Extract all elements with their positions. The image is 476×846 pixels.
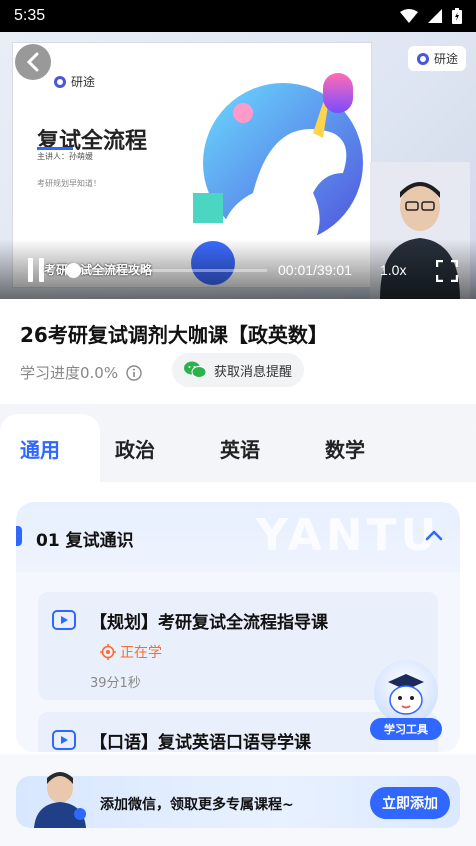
info-icon[interactable] xyxy=(126,364,142,381)
slide-title-underline xyxy=(37,147,73,150)
bottom-bar: 添加微信，领取更多专属课程~ 立即添加 xyxy=(0,754,476,846)
slide-brand: 研途 xyxy=(53,73,95,90)
fullscreen-icon[interactable] xyxy=(436,260,458,282)
video-player[interactable]: 研途 复试全流程 主讲人：孙萌媛 考研规划早知道！ 研途 考研复试全流程攻略 0… xyxy=(0,32,476,299)
study-tools-mascot xyxy=(374,660,438,724)
battery-icon xyxy=(452,8,462,24)
banner-text: 添加微信，领取更多专属课程~ xyxy=(100,797,294,813)
status-icons xyxy=(400,8,462,24)
video-progress-knob[interactable] xyxy=(66,263,81,278)
slide-brand-text: 研途 xyxy=(71,75,96,89)
target-icon xyxy=(100,644,116,660)
advisor-avatar xyxy=(34,772,86,828)
section-marker xyxy=(16,526,22,546)
lesson-status-text: 正在学 xyxy=(120,645,162,661)
wifi-icon xyxy=(400,9,418,23)
status-bar: 5:35 xyxy=(0,0,476,32)
brand-logo-icon xyxy=(54,75,66,88)
course-title: 26考研复试调剂大咖课【政英数】 xyxy=(20,323,328,347)
watermark-brand-text: 研途 xyxy=(433,52,458,66)
play-icon xyxy=(52,730,76,750)
chevron-left-icon xyxy=(26,52,39,72)
section-title[interactable]: 01 复试通识 xyxy=(36,526,134,551)
tab-general[interactable]: 通用 xyxy=(20,434,60,463)
course-progress: 学习进度0.0% xyxy=(20,362,142,383)
lesson-name: 【口语】复试英语口语导学课 xyxy=(90,733,311,752)
wechat-banner[interactable]: 添加微信，领取更多专属课程~ 立即添加 xyxy=(16,772,460,828)
watermark-brand: 研途 xyxy=(407,46,466,71)
video-time: 00:01/39:01 xyxy=(278,262,352,278)
get-reminder-button[interactable]: 获取消息提醒 xyxy=(172,353,305,387)
wechat-icon xyxy=(184,361,206,378)
slide-lecturer: 主讲人：孙萌媛 xyxy=(37,152,93,161)
back-button[interactable] xyxy=(15,44,51,80)
chevron-up-icon[interactable] xyxy=(424,526,444,546)
subject-tabs: 通用 政治 英语 数学 xyxy=(0,414,476,482)
get-reminder-label: 获取消息提醒 xyxy=(214,364,293,380)
tab-english[interactable]: 英语 xyxy=(220,434,260,463)
study-tools-button[interactable]: 学习工具 xyxy=(370,660,442,742)
course-info: 26考研复试调剂大咖课【政英数】 学习进度0.0% 获取消息提醒 xyxy=(0,299,476,404)
play-icon xyxy=(52,610,76,630)
study-tools-label: 学习工具 xyxy=(370,718,442,740)
playback-speed-button[interactable]: 1.0x xyxy=(380,262,406,278)
add-wechat-button[interactable]: 立即添加 xyxy=(370,787,450,819)
lesson-duration: 39分1秒 xyxy=(90,676,141,691)
pause-bar-left xyxy=(28,258,33,282)
lesson-status: 正在学 xyxy=(100,642,162,662)
slide-note: 考研规划早知道！ xyxy=(37,179,101,188)
section-watermark: YANTU xyxy=(256,510,441,561)
course-progress-text: 学习进度0.0% xyxy=(20,364,119,382)
brand-mark-icon xyxy=(416,52,429,65)
video-progress-track[interactable] xyxy=(62,269,267,272)
lesson-name: 【规划】考研复试全流程指导课 xyxy=(90,613,328,633)
mascot-icon xyxy=(388,674,424,715)
tab-math[interactable]: 数学 xyxy=(325,434,365,463)
tab-politics[interactable]: 政治 xyxy=(115,434,155,463)
cellular-icon xyxy=(428,9,442,23)
status-time: 5:35 xyxy=(14,7,46,24)
